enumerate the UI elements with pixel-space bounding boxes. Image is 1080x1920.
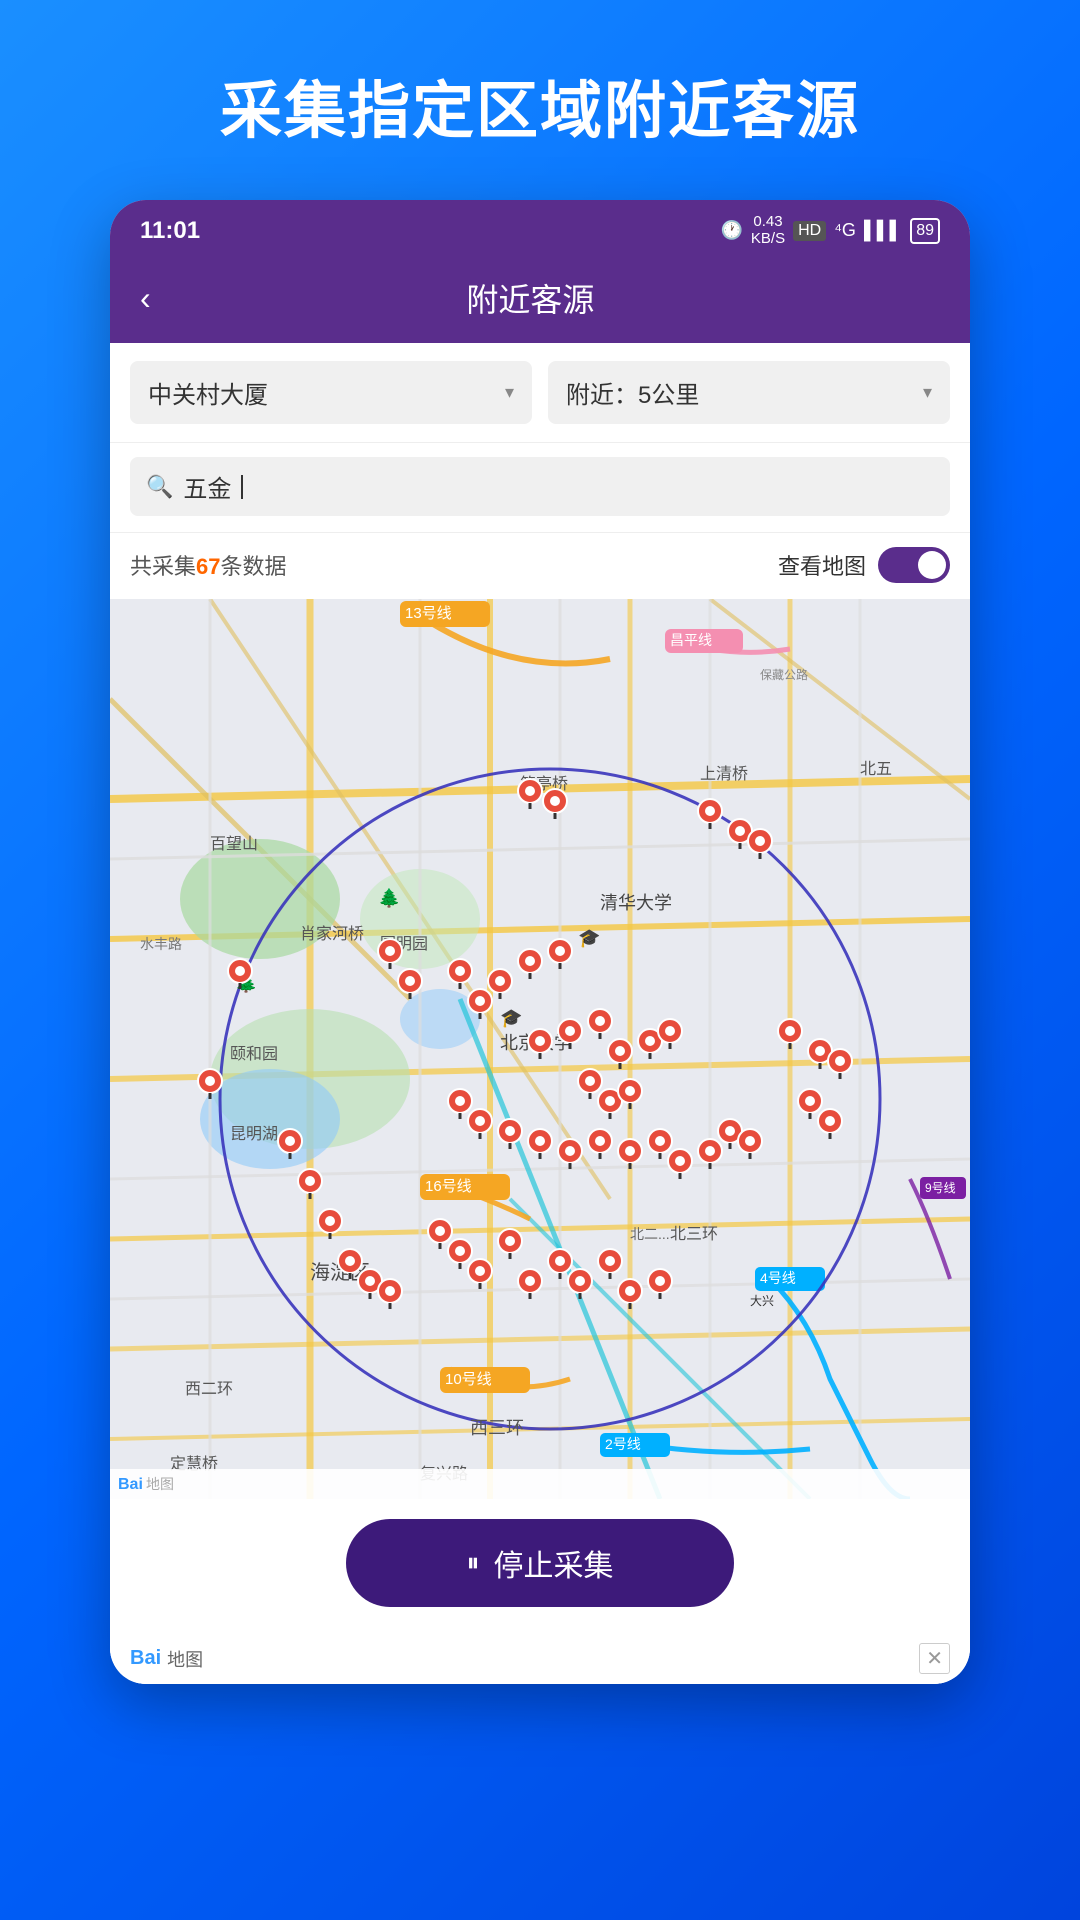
page-title: 采集指定区域附近客源 <box>220 60 860 150</box>
svg-text:保藏公路: 保藏公路 <box>760 667 808 682</box>
svg-text:百望山: 百望山 <box>210 835 258 853</box>
svg-text:10号线: 10号线 <box>445 1371 492 1388</box>
svg-text:昆明湖: 昆明湖 <box>230 1125 278 1143</box>
search-text: 五金 <box>183 469 231 504</box>
battery-indicator: 89 <box>910 218 940 244</box>
baidu-logo: Bai <box>130 1647 161 1670</box>
map-toggle-wrap: 查看地图 <box>778 547 950 583</box>
stop-collect-button[interactable]: ⏸ 停止采集 <box>346 1519 733 1607</box>
pause-icon: ⏸ <box>466 1547 479 1579</box>
search-icon: 🔍 <box>146 474 173 500</box>
svg-text:北二...: 北二... <box>630 1226 670 1242</box>
location-value: 中关村大厦 <box>148 375 268 410</box>
svg-text:上清桥: 上清桥 <box>700 765 748 783</box>
svg-text:大兴: 大兴 <box>750 1294 774 1308</box>
hd-badge: HD <box>793 221 826 241</box>
bottom-button-wrap: ⏸ 停止采集 <box>110 1499 970 1635</box>
svg-text:9号线: 9号线 <box>925 1181 956 1195</box>
map-toggle-switch[interactable] <box>878 547 950 583</box>
stats-text: 共采集67条数据 <box>130 549 287 581</box>
status-time: 11:01 <box>140 217 200 245</box>
svg-text:昌平线: 昌平线 <box>670 632 712 648</box>
nearby-select[interactable]: 附近：5公里 ▾ <box>548 361 950 424</box>
status-icons: 🕐 0.43KB/S HD ⁴G ▌▌▌ 89 <box>720 214 940 247</box>
svg-text:16号线: 16号线 <box>425 1178 472 1195</box>
back-button[interactable]: ‹ <box>140 280 151 317</box>
baidu-map-text: 地图 <box>167 1646 203 1672</box>
svg-text:清华大学: 清华大学 <box>600 893 672 913</box>
stop-label: 停止采集 <box>494 1541 614 1585</box>
close-icon[interactable]: ✕ <box>919 1643 950 1674</box>
location-select[interactable]: 中关村大厦 ▾ <box>130 361 532 424</box>
svg-text:地图: 地图 <box>146 1476 174 1492</box>
svg-text:水丰路: 水丰路 <box>140 936 182 952</box>
location-chevron-icon: ▾ <box>505 382 514 403</box>
phone-frame: 11:01 🕐 0.43KB/S HD ⁴G ▌▌▌ 89 ‹ 附近客源 中关村… <box>110 200 970 1684</box>
speed-indicator: 0.43KB/S <box>751 214 785 247</box>
svg-text:西二环: 西二环 <box>185 1381 233 1398</box>
nearby-label: 附近：5公里 <box>566 375 699 410</box>
svg-text:北三环: 北三环 <box>670 1225 718 1243</box>
svg-text:4号线: 4号线 <box>760 1270 796 1286</box>
map-area: 13号线 16号线 10号线 4号线 大兴 2号线 昌平线 9号线 百望山 颐 <box>110 599 970 1499</box>
nav-bar: ‹ 附近客源 <box>110 257 970 343</box>
svg-text:2号线: 2号线 <box>605 1436 641 1452</box>
network-icon: ⁴G <box>834 220 856 241</box>
stats-row: 共采集67条数据 查看地图 <box>110 532 970 599</box>
toggle-knob <box>918 551 946 579</box>
svg-text:颐和园: 颐和园 <box>230 1045 278 1063</box>
map-footer: Bai 地图 ✕ <box>110 1635 970 1684</box>
clock-icon: 🕐 <box>720 220 742 241</box>
map-toggle-label: 查看地图 <box>778 549 866 581</box>
nav-title: 附近客源 <box>171 275 890 321</box>
search-row: 🔍 五金 <box>110 442 970 532</box>
svg-text:Bai: Bai <box>118 1476 143 1493</box>
content-area: 中关村大厦 ▾ 附近：5公里 ▾ 🔍 五金 共采集67条数据 查看地图 <box>110 343 970 1684</box>
svg-text:西三环: 西三环 <box>470 1418 524 1438</box>
svg-text:🎓: 🎓 <box>578 928 600 948</box>
svg-text:🎓: 🎓 <box>500 1008 522 1028</box>
svg-text:北五: 北五 <box>860 760 892 778</box>
nearby-chevron-icon: ▾ <box>923 382 932 403</box>
svg-text:13号线: 13号线 <box>405 605 452 622</box>
svg-text:肖家河桥: 肖家河桥 <box>300 925 364 943</box>
filter-row: 中关村大厦 ▾ 附近：5公里 ▾ <box>110 343 970 442</box>
svg-text:🌲: 🌲 <box>378 887 400 908</box>
status-bar: 11:01 🕐 0.43KB/S HD ⁴G ▌▌▌ 89 <box>110 200 970 257</box>
cursor-indicator <box>241 475 243 499</box>
search-input-wrap[interactable]: 🔍 五金 <box>130 457 950 516</box>
signal-bars-icon: ▌▌▌ <box>864 220 902 241</box>
